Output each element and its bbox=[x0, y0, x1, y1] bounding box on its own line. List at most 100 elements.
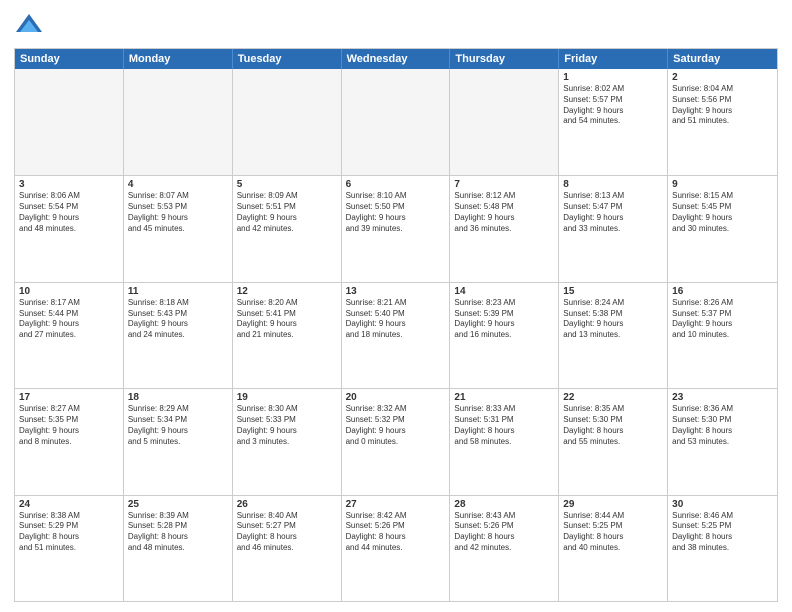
day-number: 8 bbox=[563, 179, 663, 190]
calendar-cell-day-13: 13Sunrise: 8:21 AM Sunset: 5:40 PM Dayli… bbox=[342, 283, 451, 388]
cell-info: Sunrise: 8:07 AM Sunset: 5:53 PM Dayligh… bbox=[128, 191, 228, 234]
day-number: 1 bbox=[563, 72, 663, 83]
calendar-cell-day-7: 7Sunrise: 8:12 AM Sunset: 5:48 PM Daylig… bbox=[450, 176, 559, 281]
weekday-header-sunday: Sunday bbox=[15, 49, 124, 69]
cell-info: Sunrise: 8:29 AM Sunset: 5:34 PM Dayligh… bbox=[128, 404, 228, 447]
cell-info: Sunrise: 8:42 AM Sunset: 5:26 PM Dayligh… bbox=[346, 511, 446, 554]
header bbox=[14, 10, 778, 40]
cell-info: Sunrise: 8:40 AM Sunset: 5:27 PM Dayligh… bbox=[237, 511, 337, 554]
cell-info: Sunrise: 8:15 AM Sunset: 5:45 PM Dayligh… bbox=[672, 191, 773, 234]
weekday-header-friday: Friday bbox=[559, 49, 668, 69]
weekday-header-saturday: Saturday bbox=[668, 49, 777, 69]
cell-info: Sunrise: 8:12 AM Sunset: 5:48 PM Dayligh… bbox=[454, 191, 554, 234]
cell-info: Sunrise: 8:44 AM Sunset: 5:25 PM Dayligh… bbox=[563, 511, 663, 554]
day-number: 14 bbox=[454, 286, 554, 297]
weekday-header-tuesday: Tuesday bbox=[233, 49, 342, 69]
cell-info: Sunrise: 8:33 AM Sunset: 5:31 PM Dayligh… bbox=[454, 404, 554, 447]
cell-info: Sunrise: 8:23 AM Sunset: 5:39 PM Dayligh… bbox=[454, 298, 554, 341]
day-number: 9 bbox=[672, 179, 773, 190]
cell-info: Sunrise: 8:46 AM Sunset: 5:25 PM Dayligh… bbox=[672, 511, 773, 554]
cell-info: Sunrise: 8:06 AM Sunset: 5:54 PM Dayligh… bbox=[19, 191, 119, 234]
day-number: 5 bbox=[237, 179, 337, 190]
day-number: 6 bbox=[346, 179, 446, 190]
logo bbox=[14, 10, 48, 40]
weekday-header-monday: Monday bbox=[124, 49, 233, 69]
day-number: 16 bbox=[672, 286, 773, 297]
calendar-cell-day-15: 15Sunrise: 8:24 AM Sunset: 5:38 PM Dayli… bbox=[559, 283, 668, 388]
cell-info: Sunrise: 8:35 AM Sunset: 5:30 PM Dayligh… bbox=[563, 404, 663, 447]
calendar-cell-day-30: 30Sunrise: 8:46 AM Sunset: 5:25 PM Dayli… bbox=[668, 496, 777, 601]
day-number: 10 bbox=[19, 286, 119, 297]
day-number: 22 bbox=[563, 392, 663, 403]
calendar-row-5: 24Sunrise: 8:38 AM Sunset: 5:29 PM Dayli… bbox=[15, 495, 777, 601]
cell-info: Sunrise: 8:30 AM Sunset: 5:33 PM Dayligh… bbox=[237, 404, 337, 447]
calendar-cell-day-4: 4Sunrise: 8:07 AM Sunset: 5:53 PM Daylig… bbox=[124, 176, 233, 281]
day-number: 18 bbox=[128, 392, 228, 403]
day-number: 4 bbox=[128, 179, 228, 190]
calendar-cell-day-2: 2Sunrise: 8:04 AM Sunset: 5:56 PM Daylig… bbox=[668, 69, 777, 175]
cell-info: Sunrise: 8:04 AM Sunset: 5:56 PM Dayligh… bbox=[672, 84, 773, 127]
calendar-cell-empty-0-2 bbox=[233, 69, 342, 175]
calendar-cell-day-18: 18Sunrise: 8:29 AM Sunset: 5:34 PM Dayli… bbox=[124, 389, 233, 494]
weekday-header-wednesday: Wednesday bbox=[342, 49, 451, 69]
day-number: 12 bbox=[237, 286, 337, 297]
calendar-cell-day-29: 29Sunrise: 8:44 AM Sunset: 5:25 PM Dayli… bbox=[559, 496, 668, 601]
cell-info: Sunrise: 8:24 AM Sunset: 5:38 PM Dayligh… bbox=[563, 298, 663, 341]
calendar-cell-day-27: 27Sunrise: 8:42 AM Sunset: 5:26 PM Dayli… bbox=[342, 496, 451, 601]
day-number: 20 bbox=[346, 392, 446, 403]
cell-info: Sunrise: 8:38 AM Sunset: 5:29 PM Dayligh… bbox=[19, 511, 119, 554]
calendar-cell-day-19: 19Sunrise: 8:30 AM Sunset: 5:33 PM Dayli… bbox=[233, 389, 342, 494]
calendar-cell-day-5: 5Sunrise: 8:09 AM Sunset: 5:51 PM Daylig… bbox=[233, 176, 342, 281]
day-number: 21 bbox=[454, 392, 554, 403]
calendar-cell-day-8: 8Sunrise: 8:13 AM Sunset: 5:47 PM Daylig… bbox=[559, 176, 668, 281]
calendar-row-3: 10Sunrise: 8:17 AM Sunset: 5:44 PM Dayli… bbox=[15, 282, 777, 388]
calendar-row-2: 3Sunrise: 8:06 AM Sunset: 5:54 PM Daylig… bbox=[15, 175, 777, 281]
day-number: 3 bbox=[19, 179, 119, 190]
cell-info: Sunrise: 8:21 AM Sunset: 5:40 PM Dayligh… bbox=[346, 298, 446, 341]
calendar-cell-empty-0-1 bbox=[124, 69, 233, 175]
cell-info: Sunrise: 8:20 AM Sunset: 5:41 PM Dayligh… bbox=[237, 298, 337, 341]
day-number: 30 bbox=[672, 499, 773, 510]
cell-info: Sunrise: 8:43 AM Sunset: 5:26 PM Dayligh… bbox=[454, 511, 554, 554]
cell-info: Sunrise: 8:39 AM Sunset: 5:28 PM Dayligh… bbox=[128, 511, 228, 554]
calendar-cell-empty-0-4 bbox=[450, 69, 559, 175]
calendar-cell-empty-0-3 bbox=[342, 69, 451, 175]
calendar-body: 1Sunrise: 8:02 AM Sunset: 5:57 PM Daylig… bbox=[15, 69, 777, 601]
cell-info: Sunrise: 8:27 AM Sunset: 5:35 PM Dayligh… bbox=[19, 404, 119, 447]
day-number: 13 bbox=[346, 286, 446, 297]
day-number: 17 bbox=[19, 392, 119, 403]
day-number: 27 bbox=[346, 499, 446, 510]
cell-info: Sunrise: 8:18 AM Sunset: 5:43 PM Dayligh… bbox=[128, 298, 228, 341]
calendar-cell-day-25: 25Sunrise: 8:39 AM Sunset: 5:28 PM Dayli… bbox=[124, 496, 233, 601]
calendar-cell-day-17: 17Sunrise: 8:27 AM Sunset: 5:35 PM Dayli… bbox=[15, 389, 124, 494]
calendar-cell-day-3: 3Sunrise: 8:06 AM Sunset: 5:54 PM Daylig… bbox=[15, 176, 124, 281]
calendar-cell-day-22: 22Sunrise: 8:35 AM Sunset: 5:30 PM Dayli… bbox=[559, 389, 668, 494]
cell-info: Sunrise: 8:02 AM Sunset: 5:57 PM Dayligh… bbox=[563, 84, 663, 127]
calendar-cell-day-23: 23Sunrise: 8:36 AM Sunset: 5:30 PM Dayli… bbox=[668, 389, 777, 494]
calendar-cell-day-6: 6Sunrise: 8:10 AM Sunset: 5:50 PM Daylig… bbox=[342, 176, 451, 281]
day-number: 19 bbox=[237, 392, 337, 403]
cell-info: Sunrise: 8:36 AM Sunset: 5:30 PM Dayligh… bbox=[672, 404, 773, 447]
calendar-header: SundayMondayTuesdayWednesdayThursdayFrid… bbox=[15, 49, 777, 69]
weekday-header-thursday: Thursday bbox=[450, 49, 559, 69]
calendar-row-1: 1Sunrise: 8:02 AM Sunset: 5:57 PM Daylig… bbox=[15, 69, 777, 175]
day-number: 28 bbox=[454, 499, 554, 510]
day-number: 11 bbox=[128, 286, 228, 297]
calendar-row-4: 17Sunrise: 8:27 AM Sunset: 5:35 PM Dayli… bbox=[15, 388, 777, 494]
day-number: 7 bbox=[454, 179, 554, 190]
cell-info: Sunrise: 8:32 AM Sunset: 5:32 PM Dayligh… bbox=[346, 404, 446, 447]
day-number: 26 bbox=[237, 499, 337, 510]
day-number: 29 bbox=[563, 499, 663, 510]
calendar-cell-day-16: 16Sunrise: 8:26 AM Sunset: 5:37 PM Dayli… bbox=[668, 283, 777, 388]
calendar-cell-empty-0-0 bbox=[15, 69, 124, 175]
cell-info: Sunrise: 8:10 AM Sunset: 5:50 PM Dayligh… bbox=[346, 191, 446, 234]
day-number: 24 bbox=[19, 499, 119, 510]
calendar-cell-day-12: 12Sunrise: 8:20 AM Sunset: 5:41 PM Dayli… bbox=[233, 283, 342, 388]
cell-info: Sunrise: 8:17 AM Sunset: 5:44 PM Dayligh… bbox=[19, 298, 119, 341]
calendar-cell-day-10: 10Sunrise: 8:17 AM Sunset: 5:44 PM Dayli… bbox=[15, 283, 124, 388]
calendar-cell-day-20: 20Sunrise: 8:32 AM Sunset: 5:32 PM Dayli… bbox=[342, 389, 451, 494]
day-number: 23 bbox=[672, 392, 773, 403]
day-number: 2 bbox=[672, 72, 773, 83]
day-number: 15 bbox=[563, 286, 663, 297]
calendar-cell-day-21: 21Sunrise: 8:33 AM Sunset: 5:31 PM Dayli… bbox=[450, 389, 559, 494]
